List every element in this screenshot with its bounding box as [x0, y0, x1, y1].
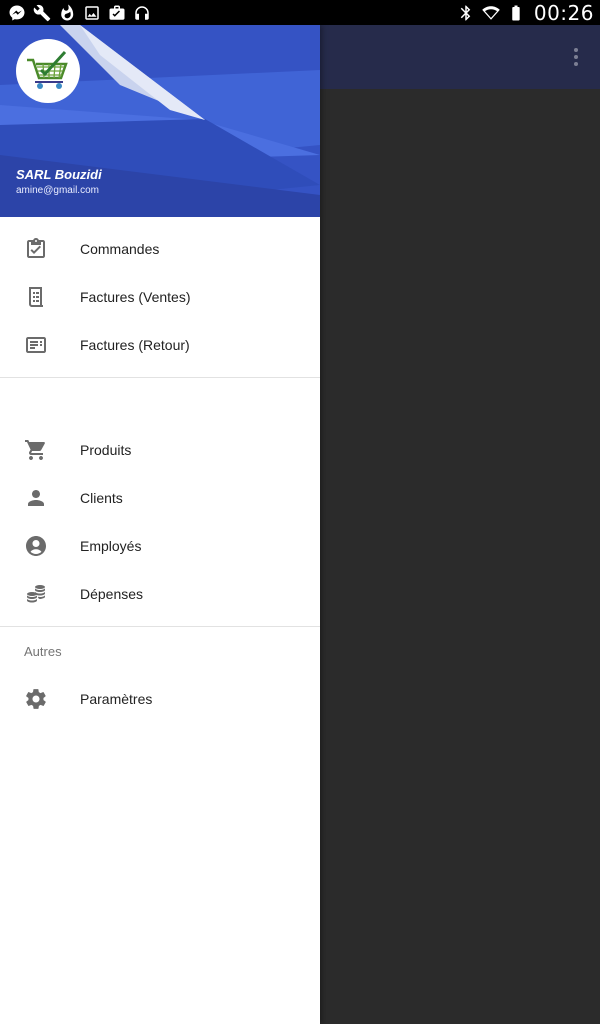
menu-item-label: Factures (Ventes) — [80, 289, 191, 305]
system-icons: 00:26 — [457, 1, 594, 25]
section-label: Autres — [24, 644, 62, 659]
battery-icon — [507, 4, 525, 22]
image-icon — [83, 4, 101, 22]
user-email: amine@gmail.com — [16, 185, 99, 196]
clock: 00:26 — [533, 0, 594, 25]
drawer-header: SARL Bouzidi amine@gmail.com — [0, 25, 320, 217]
avatar[interactable] — [16, 39, 80, 103]
menu-item-label: Produits — [80, 442, 132, 458]
menu-item-factures-ventes[interactable]: Factures (Ventes) — [0, 273, 320, 321]
menu-item-factures-retour[interactable]: Factures (Retour) — [0, 321, 320, 369]
more-vert-icon[interactable] — [568, 45, 584, 69]
person-icon — [24, 486, 48, 510]
menu-item-label: Paramètres — [80, 691, 153, 707]
menu-item-produits[interactable]: Produits — [0, 426, 320, 474]
section-header-autres: Autres — [0, 627, 320, 675]
menu-item-label: Factures (Retour) — [80, 337, 190, 353]
cart-logo-icon — [27, 50, 68, 89]
notification-icons — [8, 4, 151, 22]
receipt-icon — [24, 285, 48, 309]
wifi-icon — [482, 4, 500, 22]
menu-item-label: Clients — [80, 490, 123, 506]
menu-item-clients[interactable]: Clients — [0, 474, 320, 522]
bluetooth-icon — [457, 4, 475, 22]
menu-item-commandes[interactable]: Commandes — [0, 225, 320, 273]
menu-item-label: Employés — [80, 538, 142, 554]
cart-icon — [24, 438, 48, 462]
menu-item-label: Commandes — [80, 241, 160, 257]
status-bar: 00:26 — [0, 0, 600, 25]
flame-icon — [58, 4, 76, 22]
account-circle-icon — [24, 534, 48, 558]
messenger-icon — [8, 4, 26, 22]
menu-item-label: Dépenses — [80, 586, 144, 602]
user-name: SARL Bouzidi — [16, 167, 102, 182]
headphones-icon — [133, 4, 151, 22]
wrench-icon — [33, 4, 51, 22]
card-list-icon — [24, 333, 48, 357]
menu-item-depenses[interactable]: Dépenses — [0, 570, 320, 618]
coins-icon — [24, 582, 48, 606]
clipboard-check-icon — [24, 237, 48, 261]
navigation-drawer: SARL Bouzidi amine@gmail.com Commandes F… — [0, 25, 320, 1024]
briefcase-icon — [108, 4, 126, 22]
menu-item-employes[interactable]: Employés — [0, 522, 320, 570]
menu-item-parametres[interactable]: Paramètres — [0, 675, 320, 723]
gear-icon — [24, 687, 48, 711]
